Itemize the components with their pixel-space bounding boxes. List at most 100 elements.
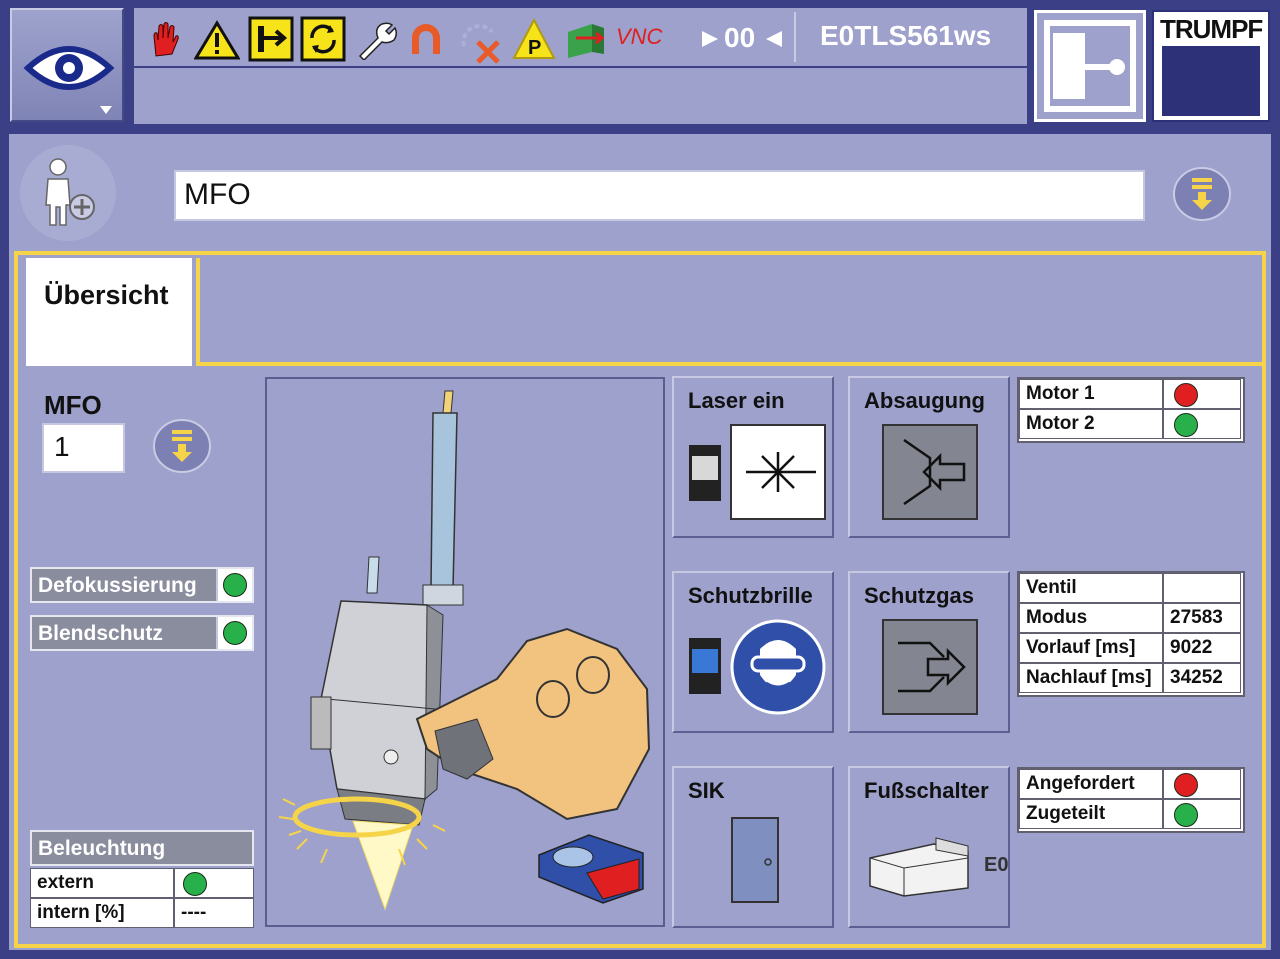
status-led-red bbox=[1174, 383, 1198, 407]
status-icon-strip: P VNC 00 E0TLS561ws bbox=[134, 8, 1027, 66]
laser-head-graphic bbox=[278, 390, 651, 911]
lighting-intern-value[interactable]: ---- bbox=[174, 898, 254, 928]
assigned-label: Zugeteilt bbox=[1019, 799, 1163, 829]
motor2-status bbox=[1163, 409, 1241, 439]
hostname: E0TLS561ws bbox=[820, 20, 992, 51]
request-status-table: Angefordert Zugeteilt bbox=[1017, 767, 1245, 833]
motor1-status bbox=[1163, 379, 1241, 409]
safety-goggles-tile[interactable]: Schutzbrille bbox=[672, 571, 834, 733]
download-icon bbox=[1173, 167, 1231, 221]
wrench-icon[interactable] bbox=[356, 20, 400, 60]
safety-goggles-button[interactable] bbox=[730, 619, 826, 715]
door-icon bbox=[731, 817, 779, 903]
rotation-error-icon[interactable] bbox=[456, 20, 506, 64]
gas-flow-icon bbox=[898, 641, 966, 693]
machine-mode-icon bbox=[1044, 20, 1136, 112]
gas-valve-label: Ventil bbox=[1019, 573, 1163, 603]
shielding-gas-tile[interactable]: Schutzgas bbox=[848, 571, 1010, 733]
download-icon bbox=[153, 419, 211, 473]
program-name-field[interactable]: MFO bbox=[174, 170, 1145, 221]
indicator-lamp-off-icon bbox=[689, 445, 721, 501]
glare-shield-status bbox=[216, 617, 252, 649]
status-led-green bbox=[1174, 413, 1198, 437]
laser-head-illustration bbox=[265, 377, 665, 927]
laser-beam-icon bbox=[746, 452, 816, 492]
requested-label: Angefordert bbox=[1019, 769, 1163, 799]
user-add-icon bbox=[45, 158, 95, 226]
laser-on-tile[interactable]: Laser ein bbox=[672, 376, 834, 538]
counter-box: 00 bbox=[694, 12, 796, 62]
gas-mode-value[interactable]: 27583 bbox=[1163, 603, 1241, 633]
eye-icon bbox=[23, 46, 115, 114]
foot-switch-title: Fußschalter bbox=[864, 778, 989, 803]
gas-valve-value[interactable] bbox=[1163, 573, 1241, 603]
counter-value: 00 bbox=[724, 22, 756, 53]
tab-overview[interactable]: Übersicht bbox=[26, 258, 192, 366]
defocus-toggle[interactable]: Defokussierung bbox=[30, 567, 254, 603]
rewind-icon bbox=[766, 31, 782, 47]
cycle-icon[interactable] bbox=[300, 16, 346, 62]
door-interlock-icon[interactable] bbox=[248, 16, 294, 62]
glare-shield-label: Blendschutz bbox=[38, 622, 163, 645]
foot-switch-icon bbox=[869, 837, 969, 897]
tab-bar bbox=[196, 258, 1262, 366]
defocus-status bbox=[216, 569, 252, 601]
gas-postrun-value[interactable]: 34252 bbox=[1163, 663, 1241, 693]
lighting-extern-status[interactable] bbox=[174, 868, 254, 898]
gas-prerun-value[interactable]: 9022 bbox=[1163, 633, 1241, 663]
gas-mode-label: Modus bbox=[1019, 603, 1163, 633]
status-message-area bbox=[134, 68, 1027, 124]
motor-status-table: Motor 1 Motor 2 bbox=[1017, 377, 1245, 443]
motor2-label: Motor 2 bbox=[1019, 409, 1163, 439]
extraction-arrow-icon bbox=[903, 438, 966, 506]
glare-shield-toggle[interactable]: Blendschutz bbox=[30, 615, 254, 651]
lighting-group: Beleuchtung extern intern [%] ---- bbox=[30, 830, 254, 928]
requested-status bbox=[1163, 769, 1241, 799]
extraction-button[interactable] bbox=[882, 424, 978, 520]
laser-on-button[interactable] bbox=[730, 424, 826, 520]
shielding-gas-title: Schutzgas bbox=[864, 583, 975, 608]
stop-hand-icon[interactable] bbox=[144, 20, 184, 60]
view-menu-button[interactable] bbox=[10, 8, 124, 122]
extraction-title: Absaugung bbox=[864, 388, 985, 413]
goggles-icon bbox=[730, 619, 826, 715]
lighting-intern-label: intern [%] bbox=[30, 898, 174, 928]
brand-name: TRUMPF bbox=[1160, 14, 1263, 44]
network-icon[interactable] bbox=[562, 16, 610, 62]
indicator-lamp-blue-icon bbox=[689, 638, 721, 694]
svg-text:P: P bbox=[528, 37, 541, 59]
vnc-indicator[interactable]: VNC bbox=[616, 24, 662, 50]
gas-postrun-label: Nachlauf [ms] bbox=[1019, 663, 1163, 693]
status-led-red bbox=[1174, 773, 1198, 797]
mfo-load-button[interactable] bbox=[152, 418, 212, 474]
defocus-label: Defokussierung bbox=[38, 574, 197, 597]
laser-on-title: Laser ein bbox=[688, 388, 785, 413]
play-icon bbox=[702, 31, 718, 47]
foot-switch-tile[interactable]: Fußschalter E0 bbox=[848, 766, 1010, 928]
magnet-icon[interactable] bbox=[406, 20, 446, 60]
shielding-gas-button[interactable] bbox=[882, 619, 978, 715]
lighting-extern-label: extern bbox=[30, 868, 174, 898]
dropdown-arrow-icon bbox=[100, 106, 112, 114]
mfo-label: MFO bbox=[44, 390, 102, 420]
warning-icon[interactable] bbox=[194, 20, 240, 60]
foot-switch-tag: E0 bbox=[984, 854, 1009, 876]
load-program-button[interactable] bbox=[1172, 166, 1232, 222]
lighting-header: Beleuchtung bbox=[30, 830, 254, 866]
add-user-button[interactable] bbox=[20, 145, 116, 241]
logo-block bbox=[1162, 46, 1260, 116]
sik-title: SIK bbox=[688, 778, 725, 803]
lighting-title: Beleuchtung bbox=[38, 837, 166, 860]
gas-parameter-table: Ventil Modus 27583 Vorlauf [ms] 9022 Nac… bbox=[1017, 571, 1245, 697]
sik-tile[interactable]: SIK bbox=[672, 766, 834, 928]
mfo-number-input[interactable]: 1 bbox=[42, 423, 125, 473]
assigned-status bbox=[1163, 799, 1241, 829]
status-led-green bbox=[223, 573, 247, 597]
status-led-green bbox=[223, 621, 247, 645]
extraction-tile[interactable]: Absaugung bbox=[848, 376, 1010, 538]
status-led-green bbox=[183, 872, 207, 896]
motor1-label: Motor 1 bbox=[1019, 379, 1163, 409]
operation-mode-button[interactable] bbox=[1034, 10, 1146, 122]
parking-warning-icon[interactable]: P bbox=[512, 18, 556, 62]
gas-prerun-label: Vorlauf [ms] bbox=[1019, 633, 1163, 663]
